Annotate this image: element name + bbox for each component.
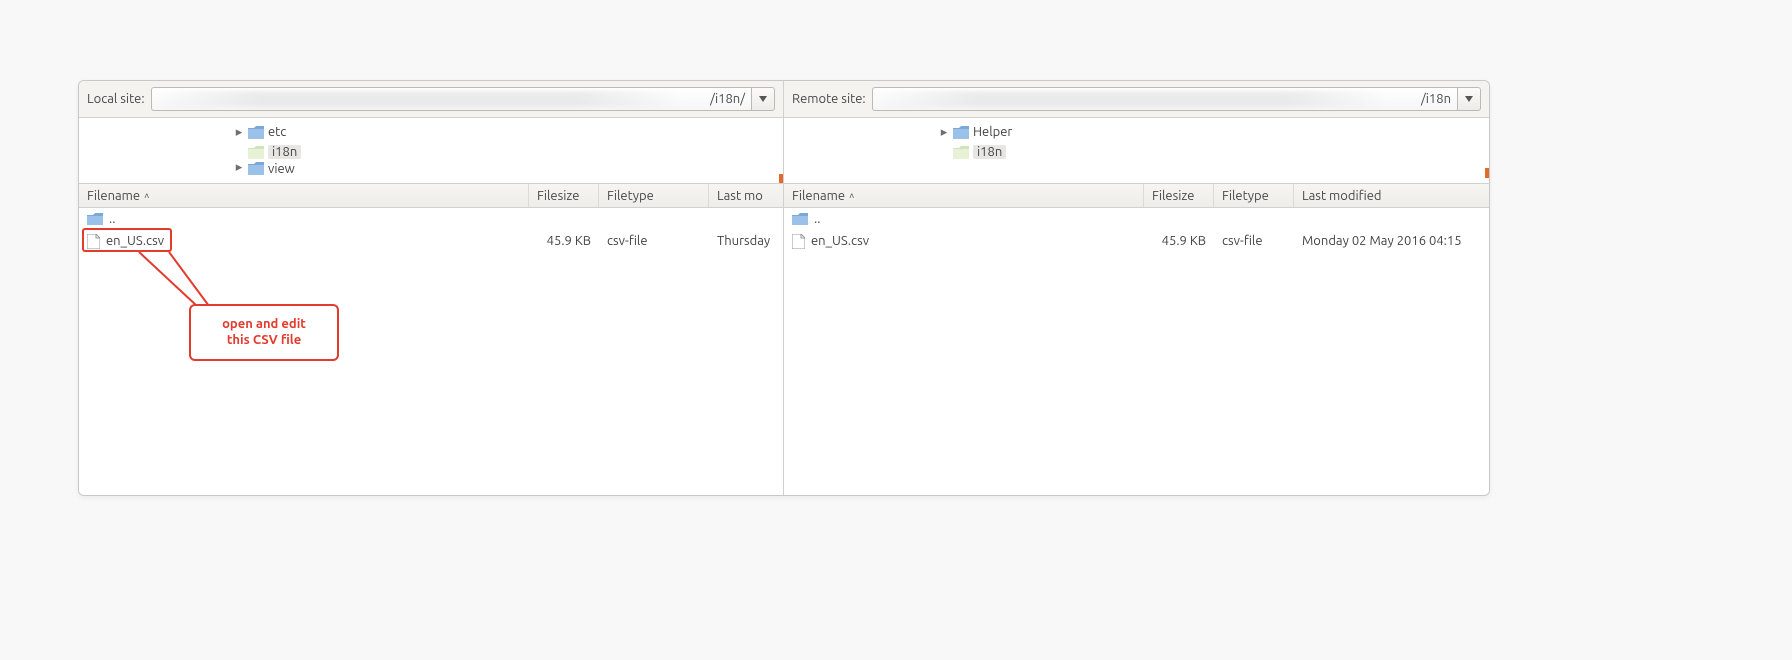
remote-address-bar: Remote site: /i18n [784, 81, 1489, 118]
tree-item-view[interactable]: ▸ view [79, 162, 783, 176]
local-path-combo[interactable]: /i18n/ [151, 87, 775, 111]
folder-icon [953, 126, 969, 139]
tree-label: etc [268, 125, 286, 139]
expand-icon[interactable]: ▸ [234, 127, 244, 137]
file-icon [792, 234, 805, 249]
col-label: Last modified [1302, 189, 1382, 203]
redacted-path [156, 91, 681, 107]
file-modified: Monday 02 May 2016 04:15 [1294, 234, 1489, 248]
file-modified: Thursday [709, 234, 783, 248]
scroll-indicator [779, 174, 783, 184]
annotation-text: open and edit [222, 317, 306, 331]
col-label: Last mo [717, 189, 763, 203]
remote-path-dropdown-button[interactable] [1457, 87, 1481, 111]
remote-path-combo[interactable]: /i18n [872, 87, 1481, 111]
col-label: Filesize [537, 189, 579, 203]
remote-site-label: Remote site: [792, 92, 866, 106]
filetype: csv-file [599, 234, 709, 248]
filename: .. [109, 212, 115, 226]
tree-item-i18n[interactable]: ▸ i18n [79, 142, 783, 162]
local-path-input[interactable]: /i18n/ [151, 87, 751, 111]
annotation-text: this CSV file [227, 333, 301, 347]
tree-item-helper[interactable]: ▸ Helper [784, 122, 1489, 142]
tree-label: i18n [268, 145, 301, 159]
folder-icon [87, 213, 103, 225]
col-header-modified[interactable]: Last mo [709, 184, 783, 207]
col-label: Filename [792, 189, 845, 203]
filename: en_US.csv [106, 234, 164, 248]
tree-item-etc[interactable]: ▸ etc [79, 122, 783, 142]
local-path-dropdown-button[interactable] [751, 87, 775, 111]
list-item-file[interactable]: en_US.csv 45.9 KB csv-file Monday 02 May… [784, 230, 1489, 252]
annotation-callout: open and edit this CSV file [189, 304, 339, 361]
tree-label: view [268, 162, 295, 176]
local-path-tail: /i18n/ [710, 92, 745, 106]
chevron-down-icon [759, 96, 767, 102]
list-item-parent[interactable]: .. [79, 208, 783, 230]
col-label: Filetype [607, 189, 654, 203]
local-tree[interactable]: ▸ etc ▸ i18n ▸ view [79, 118, 783, 184]
col-label: Filename [87, 189, 140, 203]
folder-icon [248, 126, 264, 139]
local-file-list[interactable]: .. en_US.csv 45.9 KB csv-file Thursday o… [79, 208, 783, 495]
remote-file-list[interactable]: .. en_US.csv 45.9 KB csv-file Monday 02 … [784, 208, 1489, 495]
local-column-headers: Filename ˄ Filesize Filetype Last mo [79, 184, 783, 208]
folder-icon [248, 146, 264, 159]
col-header-filesize[interactable]: Filesize [529, 184, 599, 207]
col-header-filesize[interactable]: Filesize [1144, 184, 1214, 207]
col-header-filename[interactable]: Filename ˄ [784, 184, 1144, 207]
folder-icon [953, 146, 969, 159]
filetype: csv-file [1214, 234, 1294, 248]
filesize: 45.9 KB [1144, 234, 1214, 248]
remote-path-tail: /i18n [1421, 92, 1451, 106]
col-header-modified[interactable]: Last modified [1294, 184, 1489, 207]
ftp-window: Local site: /i18n/ ▸ etc ▸ i18n [78, 80, 1490, 496]
expand-icon[interactable]: ▸ [939, 127, 949, 137]
remote-path-input[interactable]: /i18n [872, 87, 1457, 111]
filesize: 45.9 KB [529, 234, 599, 248]
sort-asc-icon: ˄ [144, 191, 149, 201]
col-header-filetype[interactable]: Filetype [599, 184, 709, 207]
chevron-down-icon [1465, 96, 1473, 102]
file-icon [87, 234, 100, 249]
redacted-path [877, 91, 1387, 107]
col-header-filetype[interactable]: Filetype [1214, 184, 1294, 207]
remote-column-headers: Filename ˄ Filesize Filetype Last modifi… [784, 184, 1489, 208]
tree-item-i18n[interactable]: ▸ i18n [784, 142, 1489, 162]
col-label: Filetype [1222, 189, 1269, 203]
remote-pane: Remote site: /i18n ▸ Helper ▸ i18n [784, 81, 1489, 495]
sort-asc-icon: ˄ [849, 191, 854, 201]
scroll-indicator [1485, 168, 1489, 178]
filename: en_US.csv [811, 234, 869, 248]
list-item-file[interactable]: en_US.csv 45.9 KB csv-file Thursday [79, 230, 783, 252]
expand-icon[interactable]: ▸ [234, 162, 244, 172]
col-header-filename[interactable]: Filename ˄ [79, 184, 529, 207]
list-item-parent[interactable]: .. [784, 208, 1489, 230]
remote-tree[interactable]: ▸ Helper ▸ i18n [784, 118, 1489, 184]
folder-icon [792, 213, 808, 225]
filename: .. [814, 212, 820, 226]
tree-label: i18n [973, 145, 1006, 159]
local-pane: Local site: /i18n/ ▸ etc ▸ i18n [79, 81, 784, 495]
folder-icon [248, 162, 264, 175]
local-address-bar: Local site: /i18n/ [79, 81, 783, 118]
local-site-label: Local site: [87, 92, 145, 106]
tree-label: Helper [973, 125, 1012, 139]
col-label: Filesize [1152, 189, 1194, 203]
